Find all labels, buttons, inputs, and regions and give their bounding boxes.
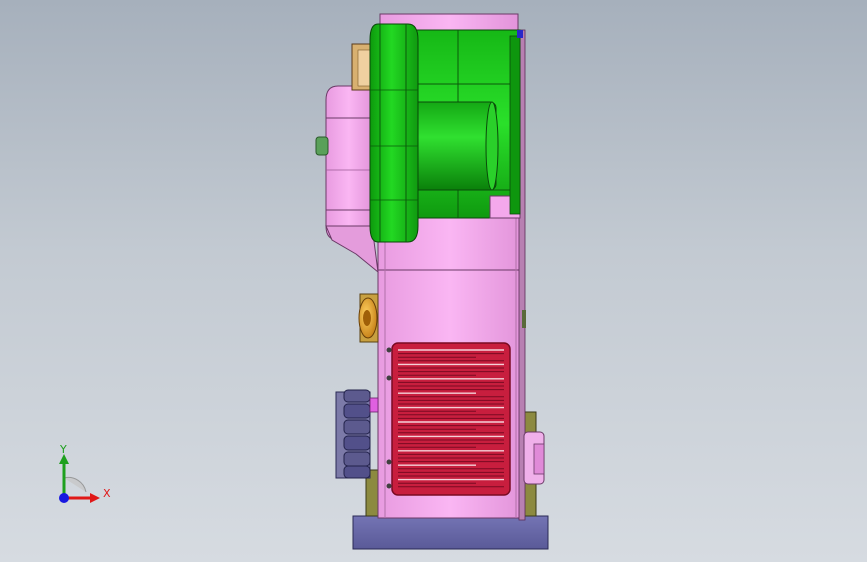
triad-z-axis [59, 493, 69, 503]
knob-center [363, 310, 371, 326]
triad-y-label: Y [59, 443, 67, 456]
cylinder-end [485, 101, 499, 191]
motor-right-edge [509, 35, 521, 215]
grille-screw [386, 375, 392, 381]
machine-model[interactable] [0, 0, 867, 562]
triad-x-arrow [90, 493, 100, 503]
cabinet-side-tab [522, 310, 526, 328]
shaft-stub [315, 136, 329, 156]
triad-arc [63, 477, 87, 493]
gearbox-top-bracket-inner [357, 49, 371, 87]
front-flywheel[interactable] [369, 23, 419, 243]
blue-marker [517, 30, 523, 38]
base-plate[interactable] [352, 515, 549, 550]
grille-screw [386, 459, 392, 465]
grille-screw [386, 347, 392, 353]
gearbox-housing[interactable] [325, 85, 373, 241]
motor-shaft-cylinder[interactable] [409, 101, 497, 191]
cad-viewport[interactable]: Y X [0, 0, 867, 562]
bearing-collar [533, 443, 545, 475]
pulley-collar [369, 397, 379, 413]
coordinate-triad: Y X [59, 443, 111, 503]
triad-x-label: X [103, 487, 111, 500]
grille-screw [386, 483, 392, 489]
